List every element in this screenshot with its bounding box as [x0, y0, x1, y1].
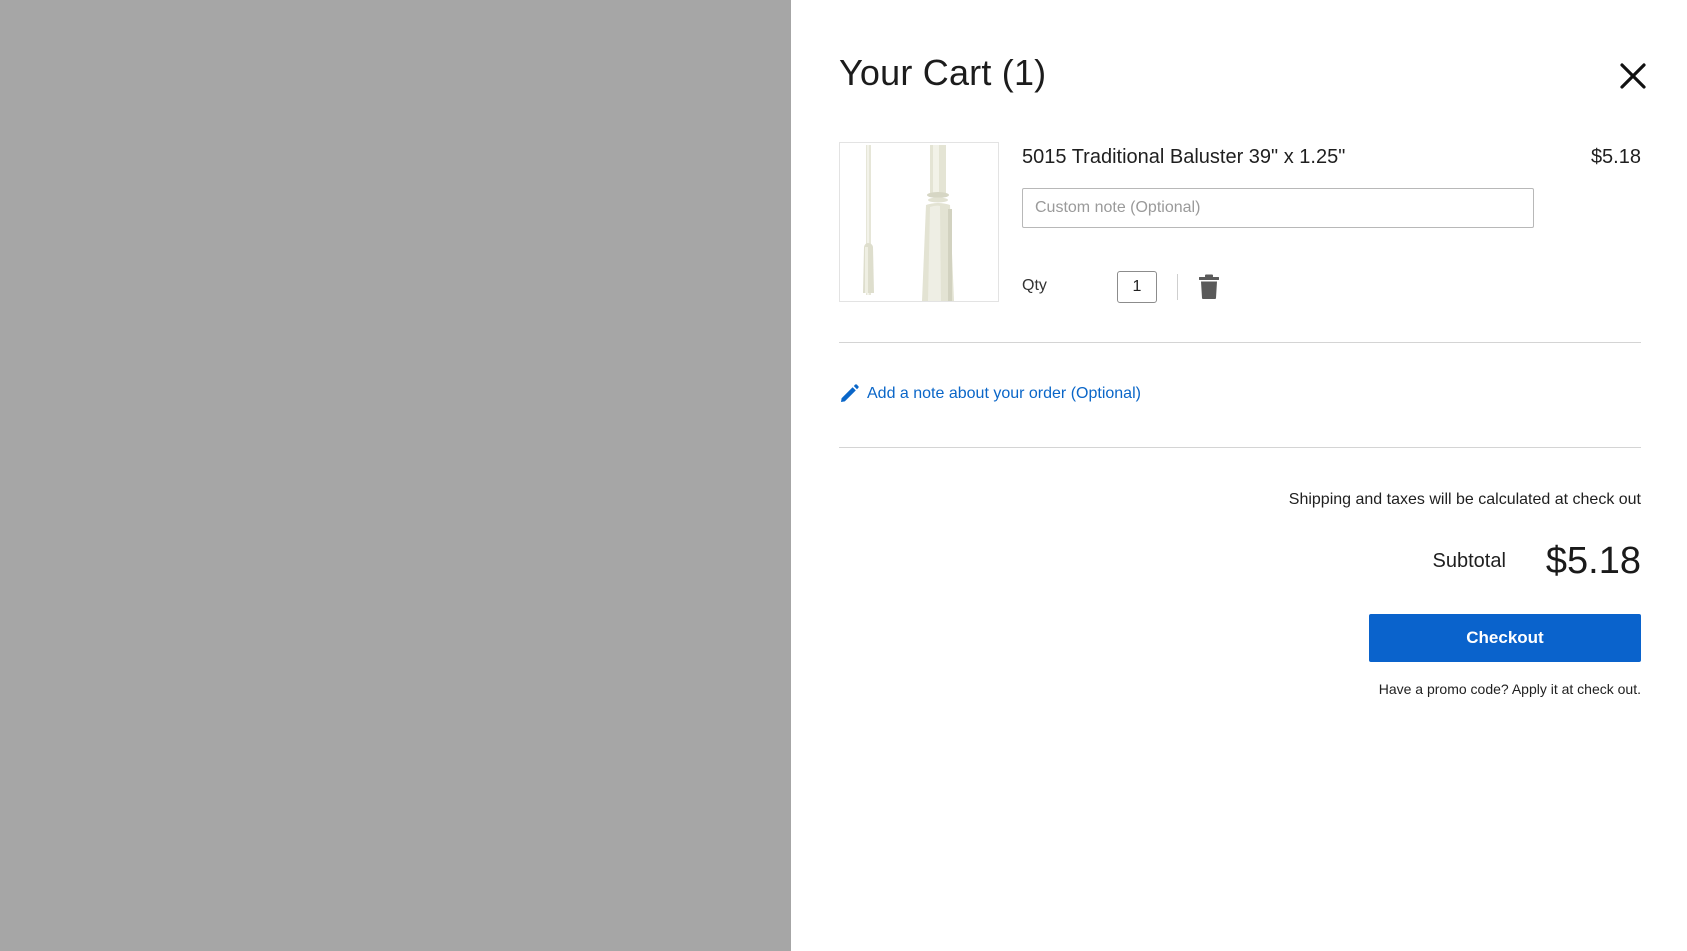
shipping-notice: Shipping and taxes will be calculated at…	[1288, 491, 1641, 508]
divider	[839, 342, 1641, 343]
subtotal-row: Subtotal $5.18	[1433, 540, 1641, 583]
product-price: $5.18	[1590, 146, 1641, 168]
close-button[interactable]	[1613, 56, 1653, 96]
product-name[interactable]: 5015 Traditional Baluster 39" x 1.25"	[1022, 146, 1345, 169]
add-order-note-link[interactable]: Add a note about your order (Optional)	[839, 384, 1141, 404]
subtotal-label: Subtotal	[1432, 550, 1506, 572]
remove-item-button[interactable]	[1198, 274, 1220, 300]
close-icon	[1620, 63, 1646, 89]
qty-label: Qty	[1022, 277, 1047, 294]
divider	[839, 447, 1641, 448]
trash-icon	[1199, 274, 1219, 299]
custom-note-input[interactable]	[1022, 188, 1534, 228]
qty-divider	[1177, 274, 1178, 300]
pencil-icon	[841, 384, 859, 402]
checkout-button[interactable]: Checkout	[1369, 614, 1641, 662]
cart-drawer: Your Cart (1) 5015 Traditional Baluster …	[791, 0, 1687, 951]
backdrop-overlay[interactable]	[0, 0, 791, 951]
order-note-label: Add a note about your order (Optional)	[867, 385, 1141, 402]
cart-title: Your Cart (1)	[839, 52, 1047, 93]
cart-line-item: 5015 Traditional Baluster 39" x 1.25" $5…	[839, 142, 1641, 303]
subtotal-value: $5.18	[1545, 540, 1641, 582]
product-thumbnail[interactable]	[839, 142, 999, 302]
baluster-image	[840, 143, 998, 301]
quantity-input[interactable]	[1117, 271, 1157, 303]
promo-code-notice: Have a promo code? Apply it at check out…	[1378, 681, 1641, 697]
page: Your Cart (1) 5015 Traditional Baluster …	[0, 0, 1687, 951]
